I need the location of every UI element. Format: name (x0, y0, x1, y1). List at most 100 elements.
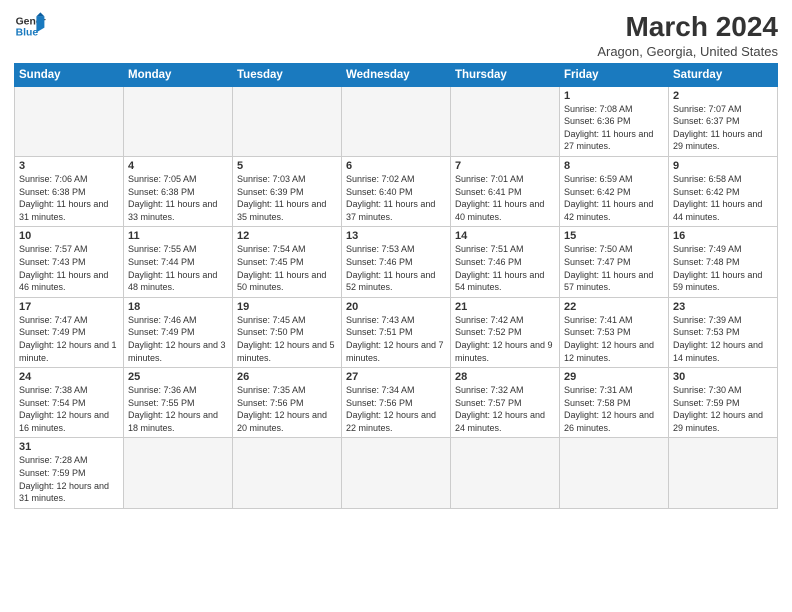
calendar-cell (124, 86, 233, 156)
calendar-cell: 22Sunrise: 7:41 AM Sunset: 7:53 PM Dayli… (560, 297, 669, 367)
day-number: 21 (455, 301, 555, 313)
calendar-cell: 16Sunrise: 7:49 AM Sunset: 7:48 PM Dayli… (669, 227, 778, 297)
calendar-cell (669, 438, 778, 508)
day-info: Sunrise: 7:01 AM Sunset: 6:41 PM Dayligh… (455, 173, 555, 223)
calendar-cell (451, 438, 560, 508)
calendar-cell (233, 438, 342, 508)
day-info: Sunrise: 7:07 AM Sunset: 6:37 PM Dayligh… (673, 103, 773, 153)
weekday-header-tuesday: Tuesday (233, 63, 342, 86)
day-info: Sunrise: 7:55 AM Sunset: 7:44 PM Dayligh… (128, 243, 228, 293)
day-info: Sunrise: 7:46 AM Sunset: 7:49 PM Dayligh… (128, 314, 228, 364)
day-number: 25 (128, 371, 228, 383)
day-info: Sunrise: 7:53 AM Sunset: 7:46 PM Dayligh… (346, 243, 446, 293)
day-number: 10 (19, 230, 119, 242)
calendar-cell: 9Sunrise: 6:58 AM Sunset: 6:42 PM Daylig… (669, 156, 778, 226)
calendar-cell: 6Sunrise: 7:02 AM Sunset: 6:40 PM Daylig… (342, 156, 451, 226)
day-info: Sunrise: 7:43 AM Sunset: 7:51 PM Dayligh… (346, 314, 446, 364)
day-number: 26 (237, 371, 337, 383)
calendar-cell (233, 86, 342, 156)
day-number: 11 (128, 230, 228, 242)
calendar-week-row: 31Sunrise: 7:28 AM Sunset: 7:59 PM Dayli… (15, 438, 778, 508)
calendar-week-row: 1Sunrise: 7:08 AM Sunset: 6:36 PM Daylig… (15, 86, 778, 156)
day-info: Sunrise: 7:54 AM Sunset: 7:45 PM Dayligh… (237, 243, 337, 293)
weekday-header-monday: Monday (124, 63, 233, 86)
day-info: Sunrise: 7:03 AM Sunset: 6:39 PM Dayligh… (237, 173, 337, 223)
day-info: Sunrise: 7:36 AM Sunset: 7:55 PM Dayligh… (128, 384, 228, 434)
title-block: March 2024 Aragon, Georgia, United State… (597, 10, 778, 59)
calendar-cell (342, 86, 451, 156)
day-number: 18 (128, 301, 228, 313)
day-number: 9 (673, 160, 773, 172)
calendar-cell: 28Sunrise: 7:32 AM Sunset: 7:57 PM Dayli… (451, 368, 560, 438)
day-info: Sunrise: 7:02 AM Sunset: 6:40 PM Dayligh… (346, 173, 446, 223)
day-info: Sunrise: 7:41 AM Sunset: 7:53 PM Dayligh… (564, 314, 664, 364)
logo: General Blue (14, 10, 46, 42)
calendar-cell (342, 438, 451, 508)
day-info: Sunrise: 6:58 AM Sunset: 6:42 PM Dayligh… (673, 173, 773, 223)
page: General Blue March 2024 Aragon, Georgia,… (0, 0, 792, 519)
month-year-title: March 2024 (597, 10, 778, 44)
day-info: Sunrise: 7:38 AM Sunset: 7:54 PM Dayligh… (19, 384, 119, 434)
day-info: Sunrise: 7:31 AM Sunset: 7:58 PM Dayligh… (564, 384, 664, 434)
day-number: 8 (564, 160, 664, 172)
day-number: 30 (673, 371, 773, 383)
day-info: Sunrise: 7:08 AM Sunset: 6:36 PM Dayligh… (564, 103, 664, 153)
calendar-cell: 10Sunrise: 7:57 AM Sunset: 7:43 PM Dayli… (15, 227, 124, 297)
calendar-cell: 23Sunrise: 7:39 AM Sunset: 7:53 PM Dayli… (669, 297, 778, 367)
calendar-cell (560, 438, 669, 508)
calendar-cell: 11Sunrise: 7:55 AM Sunset: 7:44 PM Dayli… (124, 227, 233, 297)
weekday-header-row: SundayMondayTuesdayWednesdayThursdayFrid… (15, 63, 778, 86)
day-number: 7 (455, 160, 555, 172)
calendar-cell: 18Sunrise: 7:46 AM Sunset: 7:49 PM Dayli… (124, 297, 233, 367)
day-info: Sunrise: 7:35 AM Sunset: 7:56 PM Dayligh… (237, 384, 337, 434)
day-info: Sunrise: 7:47 AM Sunset: 7:49 PM Dayligh… (19, 314, 119, 364)
calendar-cell (15, 86, 124, 156)
day-info: Sunrise: 7:05 AM Sunset: 6:38 PM Dayligh… (128, 173, 228, 223)
calendar-cell: 13Sunrise: 7:53 AM Sunset: 7:46 PM Dayli… (342, 227, 451, 297)
calendar-cell: 27Sunrise: 7:34 AM Sunset: 7:56 PM Dayli… (342, 368, 451, 438)
weekday-header-friday: Friday (560, 63, 669, 86)
calendar-cell: 17Sunrise: 7:47 AM Sunset: 7:49 PM Dayli… (15, 297, 124, 367)
calendar-cell: 3Sunrise: 7:06 AM Sunset: 6:38 PM Daylig… (15, 156, 124, 226)
day-number: 3 (19, 160, 119, 172)
day-number: 14 (455, 230, 555, 242)
day-info: Sunrise: 7:32 AM Sunset: 7:57 PM Dayligh… (455, 384, 555, 434)
calendar-cell: 4Sunrise: 7:05 AM Sunset: 6:38 PM Daylig… (124, 156, 233, 226)
day-number: 22 (564, 301, 664, 313)
calendar-cell: 25Sunrise: 7:36 AM Sunset: 7:55 PM Dayli… (124, 368, 233, 438)
day-number: 19 (237, 301, 337, 313)
calendar-cell: 24Sunrise: 7:38 AM Sunset: 7:54 PM Dayli… (15, 368, 124, 438)
calendar-cell: 2Sunrise: 7:07 AM Sunset: 6:37 PM Daylig… (669, 86, 778, 156)
calendar-cell: 31Sunrise: 7:28 AM Sunset: 7:59 PM Dayli… (15, 438, 124, 508)
day-info: Sunrise: 7:57 AM Sunset: 7:43 PM Dayligh… (19, 243, 119, 293)
day-info: Sunrise: 7:50 AM Sunset: 7:47 PM Dayligh… (564, 243, 664, 293)
day-info: Sunrise: 7:34 AM Sunset: 7:56 PM Dayligh… (346, 384, 446, 434)
calendar-cell: 5Sunrise: 7:03 AM Sunset: 6:39 PM Daylig… (233, 156, 342, 226)
day-number: 13 (346, 230, 446, 242)
day-info: Sunrise: 6:59 AM Sunset: 6:42 PM Dayligh… (564, 173, 664, 223)
day-info: Sunrise: 7:30 AM Sunset: 7:59 PM Dayligh… (673, 384, 773, 434)
day-number: 31 (19, 441, 119, 453)
day-number: 23 (673, 301, 773, 313)
day-info: Sunrise: 7:39 AM Sunset: 7:53 PM Dayligh… (673, 314, 773, 364)
location-subtitle: Aragon, Georgia, United States (597, 44, 778, 59)
calendar-cell: 15Sunrise: 7:50 AM Sunset: 7:47 PM Dayli… (560, 227, 669, 297)
day-number: 15 (564, 230, 664, 242)
calendar-cell: 14Sunrise: 7:51 AM Sunset: 7:46 PM Dayli… (451, 227, 560, 297)
day-number: 28 (455, 371, 555, 383)
day-info: Sunrise: 7:06 AM Sunset: 6:38 PM Dayligh… (19, 173, 119, 223)
calendar-cell (124, 438, 233, 508)
calendar-week-row: 10Sunrise: 7:57 AM Sunset: 7:43 PM Dayli… (15, 227, 778, 297)
calendar-week-row: 3Sunrise: 7:06 AM Sunset: 6:38 PM Daylig… (15, 156, 778, 226)
calendar-cell: 21Sunrise: 7:42 AM Sunset: 7:52 PM Dayli… (451, 297, 560, 367)
day-number: 17 (19, 301, 119, 313)
calendar-cell: 26Sunrise: 7:35 AM Sunset: 7:56 PM Dayli… (233, 368, 342, 438)
weekday-header-sunday: Sunday (15, 63, 124, 86)
calendar-cell (451, 86, 560, 156)
day-info: Sunrise: 7:51 AM Sunset: 7:46 PM Dayligh… (455, 243, 555, 293)
calendar-cell: 20Sunrise: 7:43 AM Sunset: 7:51 PM Dayli… (342, 297, 451, 367)
day-number: 24 (19, 371, 119, 383)
day-number: 4 (128, 160, 228, 172)
day-number: 6 (346, 160, 446, 172)
calendar-table: SundayMondayTuesdayWednesdayThursdayFrid… (14, 63, 778, 509)
